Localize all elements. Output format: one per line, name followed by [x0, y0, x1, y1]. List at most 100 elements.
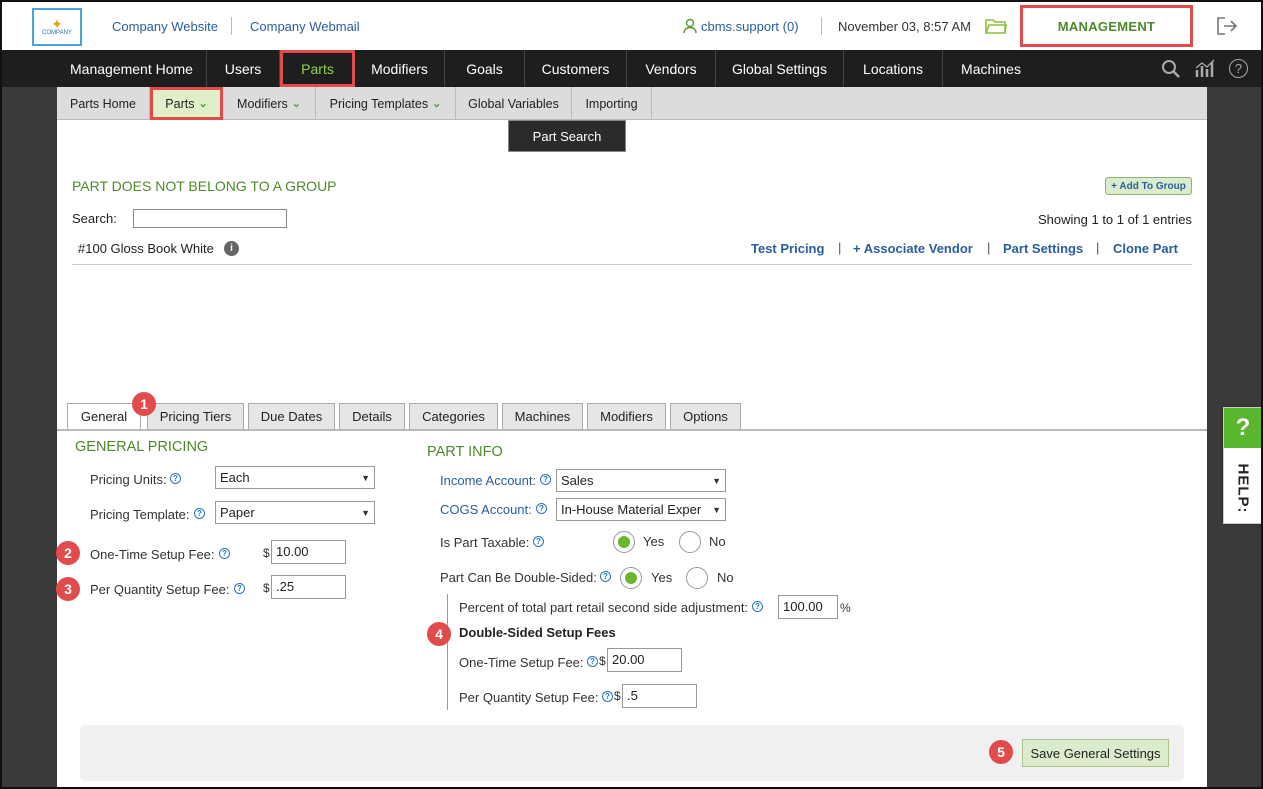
sub-nav: Parts Home Parts ⌄ Modifiers ⌄ Pricing Tem…: [57, 87, 1207, 120]
nav-goals[interactable]: Goals: [445, 50, 525, 87]
help-icon[interactable]: ?: [752, 601, 763, 612]
save-general-settings-button[interactable]: Save General Settings: [1022, 739, 1169, 767]
radio-selected-dot: [618, 536, 630, 548]
pricing-units-select[interactable]: Each ▼: [215, 466, 375, 489]
ds-per-quantity-setup-fee-label: Per Quantity Setup Fee:: [459, 690, 599, 705]
income-account-value: Sales: [561, 473, 594, 488]
help-icon[interactable]: ?: [194, 508, 205, 519]
cogs-account-select[interactable]: In-House Material Exper ▼: [556, 498, 726, 521]
subnav-importing[interactable]: Importing: [572, 87, 652, 120]
logo-star-icon: ✦: [51, 16, 63, 32]
help-icon[interactable]: ?: [587, 656, 598, 667]
nav-vendors[interactable]: Vendors: [627, 50, 716, 87]
folder-icon[interactable]: [985, 17, 1007, 35]
tab-baseline: [57, 429, 1207, 431]
help-icon[interactable]: ?: [170, 473, 181, 484]
income-account-select[interactable]: Sales ▼: [556, 469, 726, 492]
tab-categories[interactable]: Categories: [409, 403, 498, 429]
nav-modifiers[interactable]: Modifiers: [355, 50, 445, 87]
currency-symbol: $: [263, 546, 270, 560]
help-icon[interactable]: ?: [536, 503, 547, 514]
help-icon[interactable]: ?: [234, 583, 245, 594]
add-to-group-button[interactable]: + Add To Group: [1105, 177, 1192, 195]
tab-machines[interactable]: Machines: [502, 403, 583, 429]
part-settings-link[interactable]: Part Settings: [1003, 241, 1083, 256]
percent-adjustment-input[interactable]: 100.00: [778, 595, 838, 619]
double-sided-yes-radio[interactable]: [620, 567, 642, 589]
subnav-global-variables[interactable]: Global Variables: [456, 87, 572, 120]
divider: |: [1096, 240, 1100, 255]
nav-customers[interactable]: Customers: [525, 50, 627, 87]
divider: [72, 264, 1192, 265]
tab-general[interactable]: General: [67, 403, 141, 429]
company-website-link[interactable]: Company Website: [112, 19, 218, 34]
divider: |: [838, 240, 842, 255]
user-link[interactable]: cbms.support (0): [701, 19, 799, 34]
tab-options[interactable]: Options: [670, 403, 741, 429]
help-side-tab[interactable]: ? HELP:: [1223, 407, 1261, 524]
nav-locations[interactable]: Locations: [844, 50, 943, 87]
nav-global-settings[interactable]: Global Settings: [716, 50, 844, 87]
search-input[interactable]: [133, 209, 287, 228]
double-sided-yes-label: Yes: [651, 570, 673, 585]
nav-machines[interactable]: Machines: [943, 50, 1039, 87]
left-gutter: [2, 87, 57, 787]
percent-sign: %: [840, 601, 851, 615]
clone-part-link[interactable]: Clone Part: [1113, 241, 1178, 256]
pricing-template-value: Paper: [220, 505, 255, 520]
part-search-menu-item[interactable]: Part Search: [508, 120, 626, 152]
ds-one-time-setup-fee-label: One-Time Setup Fee:: [459, 655, 584, 670]
taxable-yes-radio[interactable]: [613, 531, 635, 553]
tab-pricing-tiers[interactable]: Pricing Tiers: [147, 403, 244, 429]
pricing-units-label: Pricing Units:: [90, 472, 167, 487]
subnav-modifiers-label: Modifiers: [237, 96, 288, 111]
tab-modifiers[interactable]: Modifiers: [587, 403, 666, 429]
nav-management-home[interactable]: Management Home: [57, 50, 207, 87]
pricing-template-select[interactable]: Paper ▼: [215, 501, 375, 524]
per-quantity-setup-fee-input[interactable]: .25: [271, 575, 346, 599]
help-icon[interactable]: ?: [600, 571, 611, 582]
cogs-account-label[interactable]: COGS Account:: [440, 502, 532, 517]
help-icon[interactable]: ?: [540, 474, 551, 485]
company-webmail-link[interactable]: Company Webmail: [250, 19, 360, 34]
subnav-modifiers[interactable]: Modifiers ⌄: [223, 87, 316, 120]
help-icon[interactable]: ?: [533, 536, 544, 547]
tab-due-dates[interactable]: Due Dates: [248, 403, 335, 429]
main-nav: Management Home Users Parts Modifiers Go…: [2, 50, 1261, 87]
taxable-no-radio[interactable]: [679, 531, 701, 553]
ds-one-time-setup-fee-input[interactable]: 20.00: [607, 648, 682, 672]
subnav-pricing-templates-label: Pricing Templates: [329, 96, 429, 111]
info-icon[interactable]: i: [224, 241, 239, 256]
divider: [821, 17, 822, 35]
one-time-setup-fee-label: One-Time Setup Fee:: [90, 547, 215, 562]
logout-icon[interactable]: [1216, 16, 1238, 36]
dropdown-arrow-icon: ▼: [361, 507, 370, 518]
company-logo[interactable]: ✦ COMPANY: [32, 8, 82, 46]
subnav-parts-home[interactable]: Parts Home: [57, 87, 150, 120]
taxable-label: Is Part Taxable:: [440, 535, 530, 550]
nav-users[interactable]: Users: [207, 50, 280, 87]
save-panel: [80, 725, 1184, 781]
associate-vendor-link[interactable]: + Associate Vendor: [853, 241, 973, 256]
management-button[interactable]: MANAGEMENT: [1020, 5, 1193, 47]
test-pricing-link[interactable]: Test Pricing: [751, 241, 824, 256]
ds-per-quantity-setup-fee-input[interactable]: .5: [622, 684, 697, 708]
radio-selected-dot: [625, 572, 637, 584]
chart-icon[interactable]: [1194, 58, 1216, 78]
divider: |: [987, 240, 991, 255]
callout-badge: 3: [56, 577, 80, 601]
group-title: PART DOES NOT BELONG TO A GROUP: [72, 178, 337, 194]
part-name: #100 Gloss Book White: [78, 241, 214, 256]
income-account-label[interactable]: Income Account:: [440, 473, 536, 488]
help-icon[interactable]: ?: [1229, 59, 1248, 78]
currency-symbol: $: [599, 654, 606, 668]
one-time-setup-fee-input[interactable]: 10.00: [271, 540, 346, 564]
tab-details[interactable]: Details: [339, 403, 405, 429]
search-icon[interactable]: [1161, 59, 1181, 79]
nav-parts[interactable]: Parts: [280, 50, 355, 87]
help-icon[interactable]: ?: [219, 548, 230, 559]
subnav-parts[interactable]: Parts ⌄: [150, 87, 223, 120]
double-sided-no-radio[interactable]: [686, 567, 708, 589]
subnav-pricing-templates[interactable]: Pricing Templates ⌄: [316, 87, 456, 120]
help-icon[interactable]: ?: [602, 691, 613, 702]
